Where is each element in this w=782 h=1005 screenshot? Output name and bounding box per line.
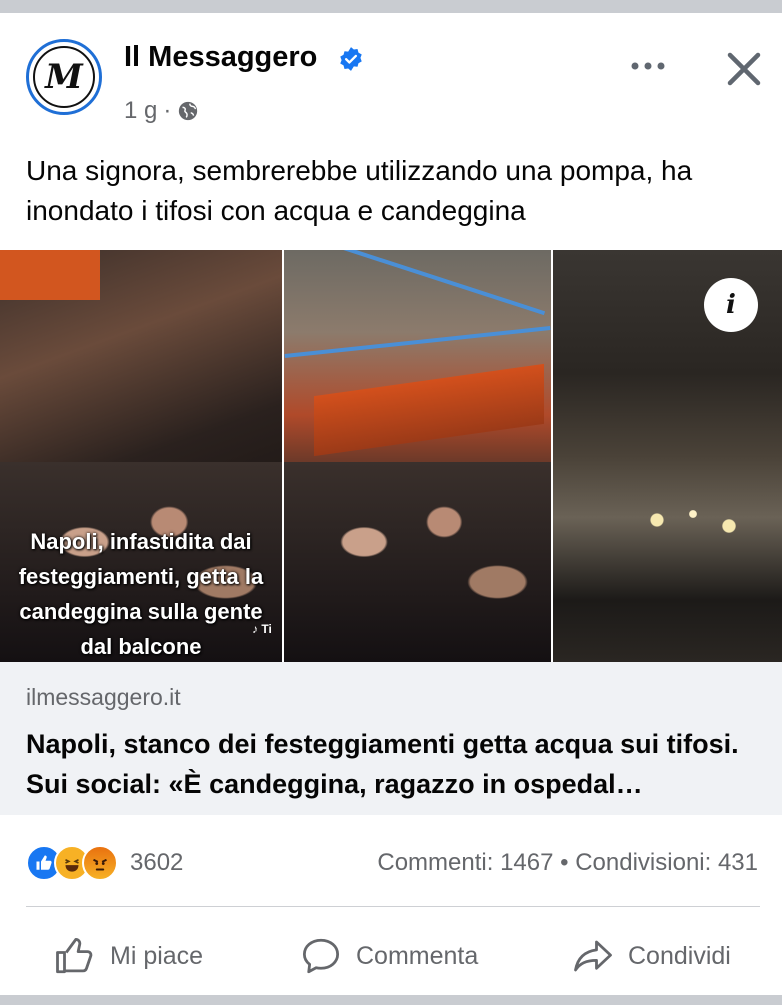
comments-count[interactable]: Commenti: 1467 (377, 849, 553, 876)
page-name[interactable]: Il Messaggero (124, 41, 317, 74)
post-header: M Il Messaggero 1 g · (0, 13, 782, 143)
link-title[interactable]: Napoli, stanco dei festeggiamenti getta … (26, 724, 766, 804)
info-icon[interactable]: i (704, 278, 758, 332)
avatar-logo: M (33, 46, 95, 108)
comment-button[interactable]: Commenta (300, 921, 478, 991)
shares-count[interactable]: Condivisioni: 431 (575, 849, 758, 876)
reactions-count: 3602 (130, 849, 184, 876)
overlay-line: festeggiamenti, getta la (18, 564, 264, 589)
link-preview[interactable]: ilmessaggero.it Napoli, stanco dei feste… (0, 662, 782, 815)
share-label: Condividi (628, 941, 731, 970)
page-avatar[interactable]: M (26, 39, 102, 115)
street-lights-image (633, 490, 753, 550)
action-bar: Mi piace Commenta Condividi (0, 921, 782, 991)
video-overlay-text: Napoli, infastidita dai festeggiamenti, … (0, 524, 282, 662)
post-media[interactable]: Napoli, infastidita dai festeggiamenti, … (0, 250, 782, 662)
like-label: Mi piace (110, 941, 204, 970)
like-button[interactable]: Mi piace (54, 921, 203, 991)
awning-image (0, 250, 100, 300)
post-meta: 1 g · (124, 97, 199, 125)
media-panel-center (284, 250, 551, 662)
post-caption: Una signora, sembrerebbe utilizzando una… (26, 155, 693, 226)
counts-separator: • (560, 849, 569, 876)
overlay-line: dal balcone (80, 634, 202, 659)
meta-separator: · (163, 97, 172, 124)
share-button[interactable]: Condividi (572, 921, 731, 991)
media-panel-left: Napoli, infastidita dai festeggiamenti, … (0, 250, 282, 662)
actions-divider (26, 906, 760, 907)
thumbs-up-icon (56, 937, 93, 974)
tiktok-watermark: ♪ Ti (252, 622, 272, 636)
overlay-line: candeggina sulla gente (19, 599, 263, 624)
comment-label: Commenta (356, 941, 479, 970)
post-time[interactable]: 1 g (124, 97, 157, 125)
reactions-summary[interactable]: 3602 (26, 843, 183, 883)
overlay-line: Napoli, infastidita dai (30, 529, 252, 554)
engagement-counts: Commenti: 1467 • Condivisioni: 431 (377, 849, 758, 877)
globe-icon (179, 101, 198, 121)
comment-icon (302, 938, 340, 974)
share-icon (574, 940, 612, 972)
verified-badge-icon (340, 47, 362, 71)
more-options-icon[interactable] (626, 51, 670, 81)
bunting-image (289, 250, 546, 316)
link-domain: ilmessaggero.it (26, 684, 181, 710)
crowd-image (284, 462, 551, 662)
post-card: M Il Messaggero 1 g · Una signora, sembr… (0, 13, 782, 995)
awning-image (314, 363, 544, 457)
angry-reaction-icon (82, 845, 118, 881)
bunting-image (284, 326, 551, 358)
close-icon[interactable] (722, 47, 766, 91)
